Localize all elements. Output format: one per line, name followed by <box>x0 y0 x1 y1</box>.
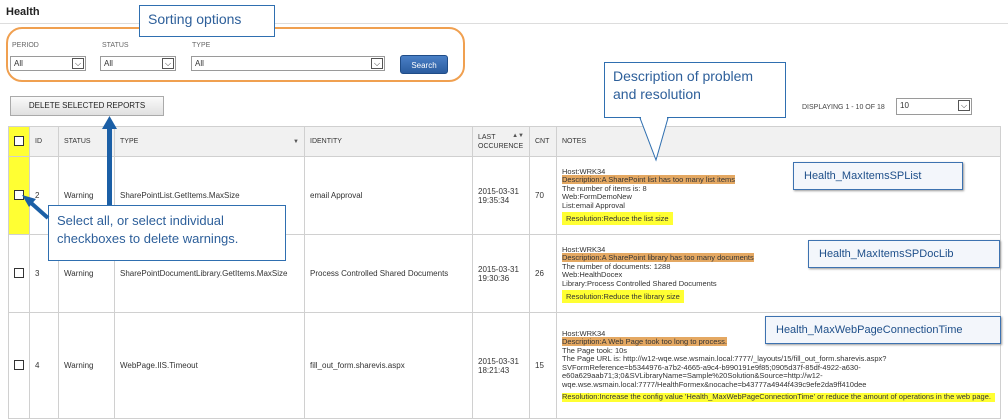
row-status: Warning <box>58 312 115 419</box>
page-size-value: 10 <box>900 101 909 110</box>
notes-resolution: Resolution:Increase the config value 'He… <box>562 392 995 402</box>
column-header-last-occurence[interactable]: LAST OCCURENCE ▲▼ <box>472 126 530 157</box>
column-header-status[interactable]: STATUS <box>58 126 115 157</box>
tag-health-maxitems-spdoclib: Health_MaxItemsSPDocLib <box>808 240 1000 268</box>
select-all-checkbox[interactable] <box>14 135 24 146</box>
page-title: Health <box>6 6 40 18</box>
notes-line: Library:Process Controlled Shared Docume… <box>562 278 717 288</box>
notes-line: List:email Approval <box>562 200 625 210</box>
notes-description: Description:A SharePoint list has too ma… <box>562 175 735 184</box>
select-all-header <box>8 126 30 157</box>
row-last-occurence: 2015-03-31 19:35:34 <box>472 156 530 235</box>
row-last-occurence: 2015-03-31 19:30:36 <box>472 234 530 313</box>
column-header-notes: NOTES <box>556 126 1001 157</box>
row-checkbox[interactable] <box>14 189 24 200</box>
chevron-down-icon: ⌵ <box>958 100 970 111</box>
notes-resolution: Resolution:Reduce the list size <box>562 212 673 225</box>
column-header-type[interactable]: TYPE ▼ <box>114 126 305 157</box>
tag-health-maxwebpageconnectiontime: Health_MaxWebPageConnectionTime <box>765 316 1001 344</box>
sort-icon: ▲▼ <box>512 133 524 139</box>
row-select-cell <box>8 312 30 419</box>
notes-description: Description:A SharePoint library has too… <box>562 253 754 262</box>
row-last-occurence: 2015-03-31 18:21:43 <box>472 312 530 419</box>
column-header-identity[interactable]: IDENTITY <box>304 126 473 157</box>
displaying-count: DISPLAYING 1 - 10 OF 18 <box>802 104 885 111</box>
notes-resolution: Resolution:Reduce the library size <box>562 290 684 303</box>
row-cnt: 26 <box>529 234 557 313</box>
row-checkbox[interactable] <box>14 359 24 370</box>
page-size-select[interactable]: 10 ⌵ <box>896 98 972 115</box>
row-select-cell <box>8 234 30 313</box>
notes-description: Description:A Web Page took too long to … <box>562 337 727 346</box>
notes-line: wqe.wse.wsmain.local:7777/HealthFormex&n… <box>562 379 867 389</box>
row-checkbox[interactable] <box>14 267 24 278</box>
row-cnt: 15 <box>529 312 557 419</box>
description-callout: Description of problem and resolution <box>604 62 786 118</box>
row-select-cell <box>8 156 30 235</box>
notes-line: Web:FormDemoNew <box>562 192 632 201</box>
sort-down-icon: ▼ <box>293 139 299 145</box>
row-identity: email Approval <box>304 156 473 235</box>
column-header-cnt[interactable]: CNT <box>529 126 557 157</box>
table-header-row: ID STATUS TYPE ▼ IDENTITY LAST OCCURENCE ▲… <box>8 126 1001 157</box>
column-header-id[interactable]: ID <box>29 126 59 157</box>
delete-selected-reports-button[interactable]: DELETE SELECTED REPORTS <box>10 96 164 116</box>
row-type: WebPage.IIS.Timeout <box>114 312 305 419</box>
row-identity: fill_out_form.sharevis.aspx <box>304 312 473 419</box>
select-all-callout: Select all, or select individual checkbo… <box>48 205 286 261</box>
sorting-options-callout: Sorting options <box>139 5 275 37</box>
row-id: 4 <box>29 312 59 419</box>
row-cnt: 70 <box>529 156 557 235</box>
row-identity: Process Controlled Shared Documents <box>304 234 473 313</box>
tag-health-maxitems-splist: Health_MaxItemsSPList <box>793 162 963 190</box>
